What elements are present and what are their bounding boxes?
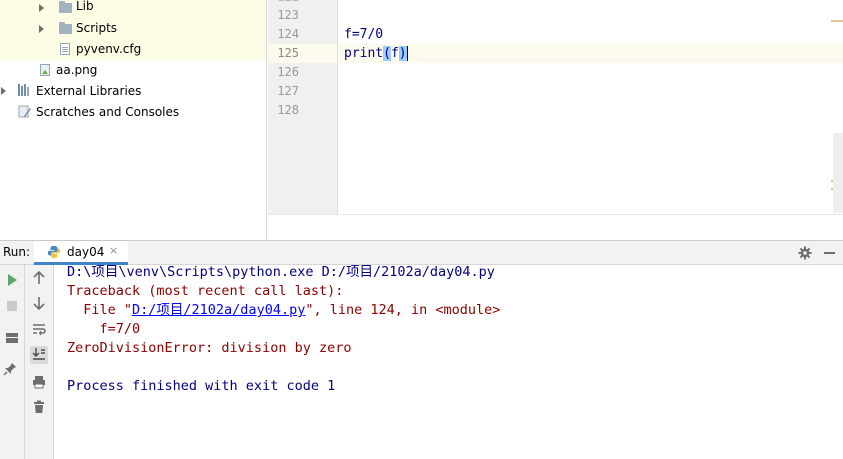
traceback-file-suffix: ", line 124, in <module> xyxy=(305,302,501,318)
console-traceback-file-line: File "D:/项目/2102a/day04.py", line 124, i… xyxy=(67,301,500,320)
chevron-right-icon[interactable] xyxy=(39,4,44,12)
arrow-up-icon xyxy=(33,270,45,288)
tree-item-label: Lib xyxy=(76,0,94,13)
code-argument: f xyxy=(390,46,399,61)
code-paren-open: ( xyxy=(383,46,391,61)
library-icon xyxy=(18,84,31,96)
print-button[interactable] xyxy=(30,374,48,392)
code-editor[interactable]: f=7/0 print(f) xyxy=(338,0,843,214)
editor-scrollbar[interactable] xyxy=(833,133,843,213)
scratches-icon xyxy=(18,105,32,119)
stop-button[interactable] xyxy=(3,297,21,315)
scroll-to-end-button[interactable] xyxy=(30,346,48,364)
run-toolbar-primary xyxy=(0,265,25,459)
pin-button[interactable] xyxy=(1,361,19,379)
scroll-up-button[interactable] xyxy=(30,270,48,288)
python-icon xyxy=(47,245,61,259)
project-tree: Lib Scripts pyvenv.cfg aa.png External L… xyxy=(0,0,267,240)
soft-wrap-icon xyxy=(32,322,46,339)
traceback-file-link[interactable]: D:/项目/2102a/day04.py xyxy=(132,302,305,318)
run-panel-label: Run: xyxy=(3,245,31,259)
line-number-current: 125 xyxy=(277,46,299,60)
tree-item-label: Scripts xyxy=(76,21,118,35)
editor-breadcrumb-bar xyxy=(268,214,843,240)
chevron-right-icon[interactable] xyxy=(39,25,44,33)
line-number: 124 xyxy=(277,27,299,41)
stop-icon xyxy=(7,301,17,311)
tree-item-scratches[interactable]: Scratches and Consoles xyxy=(0,102,266,123)
soft-wrap-button[interactable] xyxy=(30,321,48,339)
editor-gutter: 122 123 124 125 126 127 128 xyxy=(268,0,338,214)
gear-icon[interactable] xyxy=(797,245,813,261)
console-command-line: D:\项目\venv\Scripts\python.exe D:/项目/2102… xyxy=(67,265,495,280)
scroll-down-button[interactable] xyxy=(30,295,48,313)
line-number: 127 xyxy=(277,84,299,98)
rerun-button[interactable] xyxy=(3,271,21,289)
code-line-125[interactable]: print(f) xyxy=(344,44,408,63)
tree-item-label: aa.png xyxy=(56,63,98,77)
close-icon[interactable]: × xyxy=(109,244,118,257)
arrow-down-icon xyxy=(33,296,45,313)
console-code-echo: f=7/0 xyxy=(67,321,141,337)
code-function: print xyxy=(344,46,384,61)
text-caret xyxy=(406,46,408,61)
run-tab-day04[interactable]: day04 × xyxy=(34,241,128,265)
minimize-icon[interactable] xyxy=(824,252,835,254)
console-error-message: ZeroDivisionError: division by zero xyxy=(67,340,352,356)
trash-icon xyxy=(33,400,45,417)
chevron-right-icon[interactable] xyxy=(1,87,6,95)
traceback-file-prefix: File " xyxy=(67,302,133,318)
tree-item-label: pyvenv.cfg xyxy=(76,42,142,56)
folder-icon xyxy=(59,1,72,13)
code-paren-close: ) xyxy=(398,46,407,61)
clear-all-button[interactable] xyxy=(30,399,48,417)
folder-icon xyxy=(59,22,72,34)
scroll-to-end-icon xyxy=(32,347,46,364)
run-panel-header: Run: day04 × xyxy=(0,240,843,265)
tree-item-external-libraries[interactable]: External Libraries xyxy=(0,81,266,102)
console-exit-message: Process finished with exit code 1 xyxy=(67,378,336,394)
console-traceback-header: Traceback (most recent call last): xyxy=(67,283,344,299)
layout-button[interactable] xyxy=(3,329,21,347)
pin-icon xyxy=(3,362,17,379)
tree-item-scripts[interactable]: Scripts xyxy=(0,18,266,39)
layout-icon xyxy=(6,333,18,343)
code-line-124[interactable]: f=7/0 xyxy=(344,25,383,44)
tree-item-label: External Libraries xyxy=(36,84,142,98)
print-icon xyxy=(32,375,46,392)
warning-stripe[interactable] xyxy=(831,20,843,22)
tree-item-label: Scratches and Consoles xyxy=(36,105,180,119)
run-toolbar-secondary xyxy=(25,265,54,459)
run-tab-label: day04 xyxy=(67,245,105,259)
line-number: 128 xyxy=(277,103,299,117)
run-console[interactable]: D:\项目\venv\Scripts\python.exe D:/项目/2102… xyxy=(54,265,843,459)
current-line-highlight xyxy=(338,44,843,63)
tree-item-pyvenv-cfg[interactable]: pyvenv.cfg xyxy=(0,39,266,60)
tree-item-lib[interactable]: Lib xyxy=(0,0,266,18)
line-number: 126 xyxy=(277,65,299,79)
line-number: 123 xyxy=(277,8,299,22)
config-file-icon xyxy=(60,43,70,55)
image-file-icon xyxy=(40,64,50,76)
tree-item-aa-png[interactable]: aa.png xyxy=(0,60,266,81)
run-icon xyxy=(7,274,17,286)
